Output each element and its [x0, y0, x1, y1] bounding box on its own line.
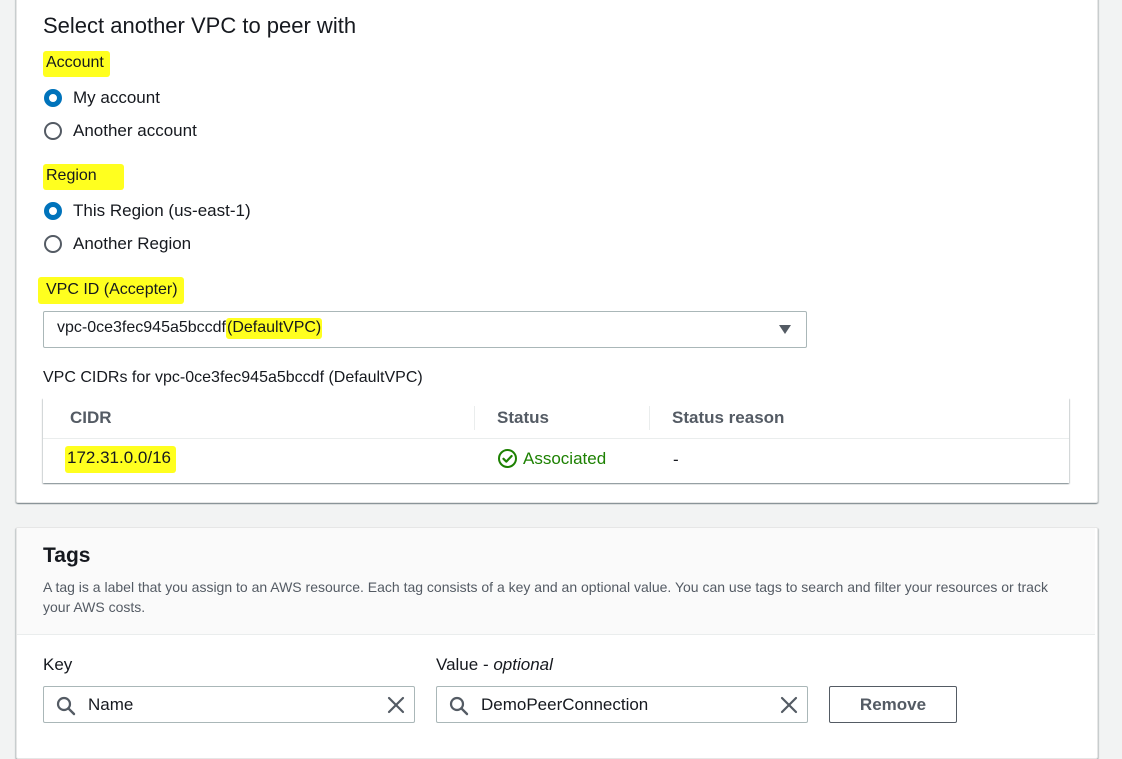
- tag-key-input[interactable]: Name: [43, 686, 415, 723]
- value-label-text: Value -: [436, 655, 494, 674]
- value-column-label: Value - optional: [436, 655, 553, 675]
- vpc-id-select[interactable]: vpc-0ce3fec945a5bccdf(DefaultVPC): [43, 311, 807, 348]
- column-header-status: Status: [497, 408, 549, 427]
- check-circle-icon: [498, 449, 517, 468]
- status-reason-cell: -: [673, 450, 679, 469]
- column-header-status-reason: Status reason: [672, 408, 785, 427]
- radio-label: Another Region: [73, 234, 192, 253]
- remove-tag-button[interactable]: Remove: [829, 686, 957, 723]
- radio-unselected-icon: [44, 235, 62, 253]
- radio-this-region[interactable]: This Region (us-east-1): [44, 199, 251, 223]
- radio-label: Another account: [73, 121, 197, 140]
- search-icon: [56, 696, 76, 716]
- status-cell: Associated: [497, 448, 606, 469]
- radio-label: My account: [73, 88, 160, 107]
- column-divider: [649, 406, 650, 430]
- cidr-cell: 172.31.0.0/16: [65, 446, 176, 473]
- cidr-table: CIDR Status Status reason 172.31.0.0/16 …: [43, 398, 1069, 483]
- region-label-text: Region: [43, 164, 124, 190]
- region-label: Region: [40, 164, 128, 190]
- clear-icon[interactable]: [386, 695, 406, 715]
- tag-value-input[interactable]: DemoPeerConnection: [436, 686, 808, 723]
- vpc-id-label-text: VPC ID (Accepter): [38, 277, 184, 304]
- vpc-cidrs-caption: VPC CIDRs for vpc-0ce3fec945a5bccdf (Def…: [43, 369, 423, 386]
- tag-key-value: Name: [88, 695, 134, 714]
- radio-selected-icon: [44, 202, 62, 220]
- vpc-id-select-value: vpc-0ce3fec945a5bccdf(DefaultVPC): [57, 318, 323, 339]
- status-text: Associated: [523, 448, 607, 468]
- account-label-text: Account: [43, 51, 110, 77]
- radio-unselected-icon: [44, 122, 62, 140]
- caret-down-icon: [779, 325, 791, 334]
- header-divider: [43, 438, 1069, 439]
- tag-value-value: DemoPeerConnection: [481, 695, 649, 714]
- account-label: Account: [40, 51, 114, 77]
- column-divider: [474, 406, 475, 430]
- clear-icon[interactable]: [779, 695, 799, 715]
- radio-another-region[interactable]: Another Region: [44, 232, 191, 256]
- radio-my-account[interactable]: My account: [44, 86, 160, 110]
- radio-another-account[interactable]: Another account: [44, 119, 197, 143]
- tags-title: Tags: [43, 544, 91, 567]
- key-column-label: Key: [43, 655, 73, 674]
- vpc-id-label: VPC ID (Accepter): [35, 277, 188, 304]
- optional-label: optional: [493, 655, 553, 674]
- tags-description: A tag is a label that you assign to an A…: [43, 579, 1048, 615]
- search-icon: [449, 696, 469, 716]
- vpc-name-value: (DefaultVPC): [226, 318, 323, 339]
- radio-selected-icon: [44, 89, 62, 107]
- vpc-id-value: vpc-0ce3fec945a5bccdf: [57, 319, 226, 336]
- column-header-cidr: CIDR: [70, 408, 112, 427]
- section-title: Select another VPC to peer with: [43, 13, 357, 38]
- radio-label: This Region (us-east-1): [73, 201, 251, 220]
